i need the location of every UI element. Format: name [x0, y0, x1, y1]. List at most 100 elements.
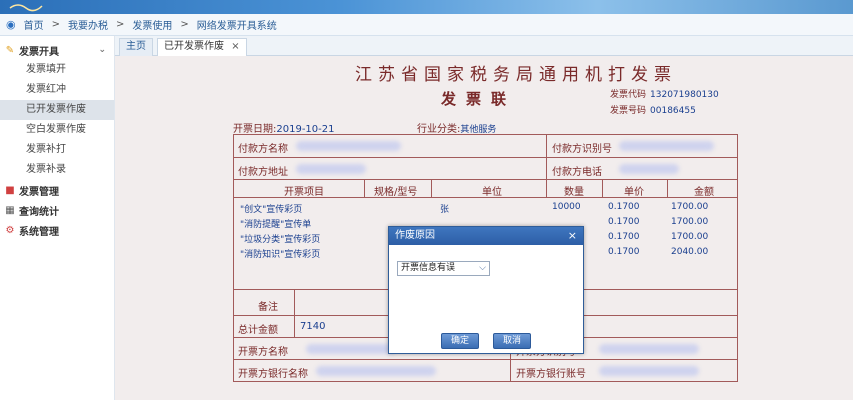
invoice-number-value: 00186455 — [650, 106, 696, 116]
divider — [602, 180, 603, 197]
void-reason-value: 开票信息有误 — [401, 263, 456, 273]
invoice-code: 发票代码 132071980130 — [610, 87, 719, 100]
site-logo — [8, 0, 58, 12]
total-label: 总计金额 — [238, 325, 278, 336]
close-icon[interactable]: × — [568, 227, 577, 245]
confirm-button[interactable]: 确定 — [441, 333, 479, 349]
chevron-down-icon: ⌵ — [479, 263, 486, 273]
issue-date: 开票日期:2019-10-21 — [233, 120, 335, 135]
redacted-payer-phone — [619, 164, 679, 174]
breadcrumb-tax[interactable]: 我要办税 — [68, 17, 108, 32]
payer-name-row: 付款方名称 付款方识别号 — [234, 135, 737, 158]
redacted-issuer-bank — [316, 366, 436, 376]
col-header-unit: 单位 — [482, 187, 502, 198]
tab-home[interactable]: 主页 — [119, 38, 153, 56]
redacted-issuer-name — [306, 344, 396, 354]
dialog-header: 作废原因 × — [389, 227, 583, 245]
breadcrumb-home[interactable]: 首页 — [24, 17, 44, 32]
item-qty: 10000 — [552, 202, 581, 212]
folder-icon: ■ — [5, 184, 15, 196]
item-price: 0.1700 — [608, 247, 640, 257]
invoice-code-label: 发票代码 — [610, 90, 647, 100]
col-header-item: 开票项目 — [284, 187, 324, 198]
invoice-number: 发票号码 00186455 — [610, 103, 696, 116]
tab-bar: 主页 已开发票作废 × — [115, 36, 853, 56]
pencil-icon: ✎ — [5, 44, 15, 56]
sidebar-group-label: 发票开具 — [19, 46, 59, 58]
issuer-account-label: 开票方银行账号 — [516, 369, 586, 380]
sidebar-group-label: 发票管理 — [19, 186, 59, 198]
payer-addr-label: 付款方地址 — [238, 167, 288, 178]
breadcrumb-separator: > — [180, 19, 189, 30]
sidebar-group-system[interactable]: ⚙ 系统管理 — [0, 220, 114, 240]
sidebar-item-supplement[interactable]: 发票补录 — [0, 160, 114, 180]
issuer-bank-label: 开票方银行名称 — [238, 369, 308, 380]
item-amount: 2040.00 — [671, 247, 709, 257]
breadcrumb: ◉ 首页 > 我要办税 > 发票使用 > 网络发票开具系统 — [0, 14, 853, 36]
sidebar-group-label: 查询统计 — [19, 206, 59, 218]
total-value: 7140 — [300, 321, 326, 332]
breadcrumb-separator: > — [116, 19, 125, 30]
breadcrumb-separator: > — [51, 19, 60, 30]
industry: 行业分类:其他服务 — [417, 120, 496, 135]
item-unit: 张 — [440, 205, 450, 215]
divider — [294, 290, 295, 315]
gear-icon: ⚙ — [5, 224, 15, 236]
sidebar-item-reprint[interactable]: 发票补打 — [0, 140, 114, 160]
item-name: "创文"宣传彩页 — [240, 205, 303, 215]
item-price: 0.1700 — [608, 217, 640, 227]
divider — [510, 360, 511, 381]
invoice-subtitle: 发票联 — [441, 90, 517, 108]
redacted-issuer-account — [599, 366, 699, 376]
invoice-code-value: 132071980130 — [650, 90, 719, 100]
remark-label: 备注 — [258, 302, 278, 313]
divider — [546, 180, 547, 197]
col-header-qty: 数量 — [564, 187, 584, 198]
cancel-button[interactable]: 取消 — [493, 333, 531, 349]
invoice-number-label: 发票号码 — [610, 106, 647, 116]
void-reason-dialog: 作废原因 × 开票信息有误 ⌵ 确定 取消 — [388, 226, 584, 354]
sidebar-group-invoice-manage[interactable]: ■ 发票管理 — [0, 180, 114, 200]
divider — [667, 180, 668, 197]
item-amount: 1700.00 — [671, 232, 709, 242]
items-header-row: 开票项目 规格/型号 单位 数量 单价 金额 — [234, 180, 737, 198]
payer-name-label: 付款方名称 — [238, 144, 288, 155]
dialog-title: 作废原因 — [395, 230, 435, 241]
sidebar-group-label: 系统管理 — [19, 226, 59, 238]
item-name: "消防知识"宣传彩页 — [240, 250, 321, 260]
item-name: "消防提醒"宣传单 — [240, 220, 312, 230]
breadcrumb-invoice-use[interactable]: 发票使用 — [132, 17, 172, 32]
divider — [431, 180, 432, 197]
close-icon[interactable]: × — [231, 41, 239, 52]
redacted-issuer-id — [599, 344, 699, 354]
payer-addr-row: 付款方地址 付款方电话 — [234, 158, 737, 180]
item-name: "垃圾分类"宣传彩页 — [240, 235, 321, 245]
divider — [546, 158, 547, 179]
col-header-amount: 金额 — [694, 187, 714, 198]
sidebar: ✎ 发票开具 ⌄ 发票填开 发票红冲 已开发票作废 空白发票作废 发票补打 发票… — [0, 36, 115, 400]
breadcrumb-system[interactable]: 网络发票开具系统 — [197, 17, 277, 32]
redacted-payer-addr — [296, 164, 366, 174]
location-pin-icon: ◉ — [6, 18, 16, 31]
sidebar-item-red-reverse[interactable]: 发票红冲 — [0, 80, 114, 100]
divider — [294, 316, 295, 337]
sidebar-group-query[interactable]: ▦ 查询统计 — [0, 200, 114, 220]
sidebar-group-invoice-issue[interactable]: ✎ 发票开具 ⌄ — [0, 40, 114, 60]
issuer-bank-row: 开票方银行名称 开票方银行账号 — [234, 360, 737, 381]
col-header-spec: 规格/型号 — [374, 187, 418, 198]
item-amount: 1700.00 — [671, 202, 709, 212]
issuer-name-label: 开票方名称 — [238, 347, 288, 358]
chart-icon: ▦ — [5, 204, 15, 216]
item-price: 0.1700 — [608, 232, 640, 242]
chevron-down-icon: ⌄ — [98, 45, 106, 55]
tab-void-issued[interactable]: 已开发票作废 × — [157, 38, 247, 56]
sidebar-item-void-blank[interactable]: 空白发票作废 — [0, 120, 114, 140]
void-reason-select[interactable]: 开票信息有误 ⌵ — [397, 261, 490, 276]
top-banner — [0, 0, 853, 14]
sidebar-item-issue[interactable]: 发票填开 — [0, 60, 114, 80]
col-header-price: 单价 — [624, 187, 644, 198]
divider — [546, 135, 547, 157]
redacted-payer-name — [296, 141, 401, 151]
sidebar-item-void-issued[interactable]: 已开发票作废 — [0, 100, 114, 120]
item-amount: 1700.00 — [671, 217, 709, 227]
